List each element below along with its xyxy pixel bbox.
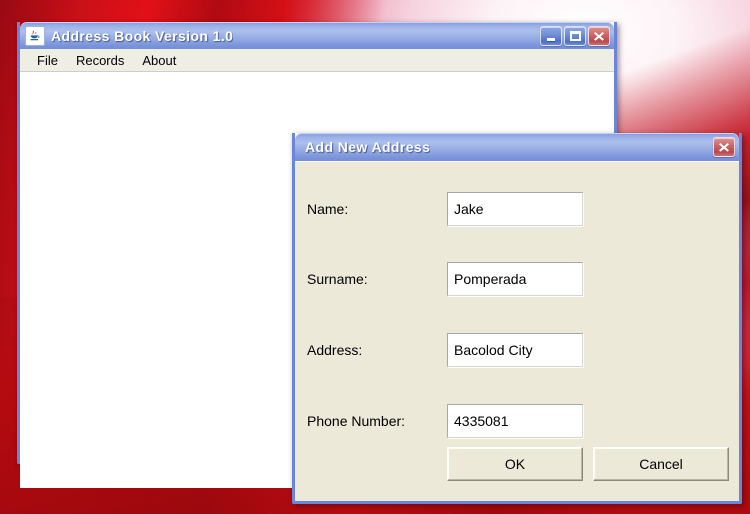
minimize-button[interactable]: [540, 26, 562, 46]
surname-label: Surname:: [295, 271, 447, 287]
main-window-titlebar[interactable]: Address Book Version 1.0: [20, 22, 614, 49]
add-new-address-dialog: Add New Address Name: Jake Surname: Pomp…: [292, 133, 742, 504]
form-row-address: Address: Bacolod City: [295, 331, 739, 369]
dialog-titlebar[interactable]: Add New Address: [295, 133, 739, 161]
dialog-title: Add New Address: [300, 139, 430, 155]
menu-item-about[interactable]: About: [133, 51, 185, 70]
address-label: Address:: [295, 342, 447, 358]
name-input[interactable]: Jake: [447, 192, 583, 226]
minimize-icon: [547, 38, 555, 41]
surname-input[interactable]: Pomperada: [447, 262, 583, 296]
close-icon: [718, 141, 730, 153]
phone-number-input[interactable]: 4335081: [447, 404, 583, 438]
form-row-name: Name: Jake: [295, 190, 739, 228]
desktop: Address Book Version 1.0 File Records Ab…: [0, 0, 750, 514]
phone-number-label: Phone Number:: [295, 413, 447, 429]
dialog-body: Name: Jake Surname: Pomperada Address: B…: [295, 161, 739, 501]
close-button[interactable]: [588, 26, 610, 46]
maximize-icon: [570, 31, 581, 41]
address-input[interactable]: Bacolod City: [447, 333, 583, 367]
dialog-close-button[interactable]: [713, 137, 735, 157]
menu-item-records[interactable]: Records: [67, 51, 133, 70]
close-icon: [593, 30, 605, 42]
cancel-button[interactable]: Cancel: [593, 447, 729, 481]
menubar: File Records About: [20, 49, 614, 72]
java-coffee-cup-icon: [25, 26, 45, 46]
form-row-phone-number: Phone Number: 4335081: [295, 402, 739, 440]
dialog-button-row: OK Cancel: [295, 447, 739, 481]
menu-item-file[interactable]: File: [28, 51, 67, 70]
form-row-surname: Surname: Pomperada: [295, 260, 739, 298]
maximize-button[interactable]: [564, 26, 586, 46]
main-window-title: Address Book Version 1.0: [51, 28, 233, 44]
ok-button[interactable]: OK: [447, 447, 583, 481]
name-label: Name:: [295, 201, 447, 217]
